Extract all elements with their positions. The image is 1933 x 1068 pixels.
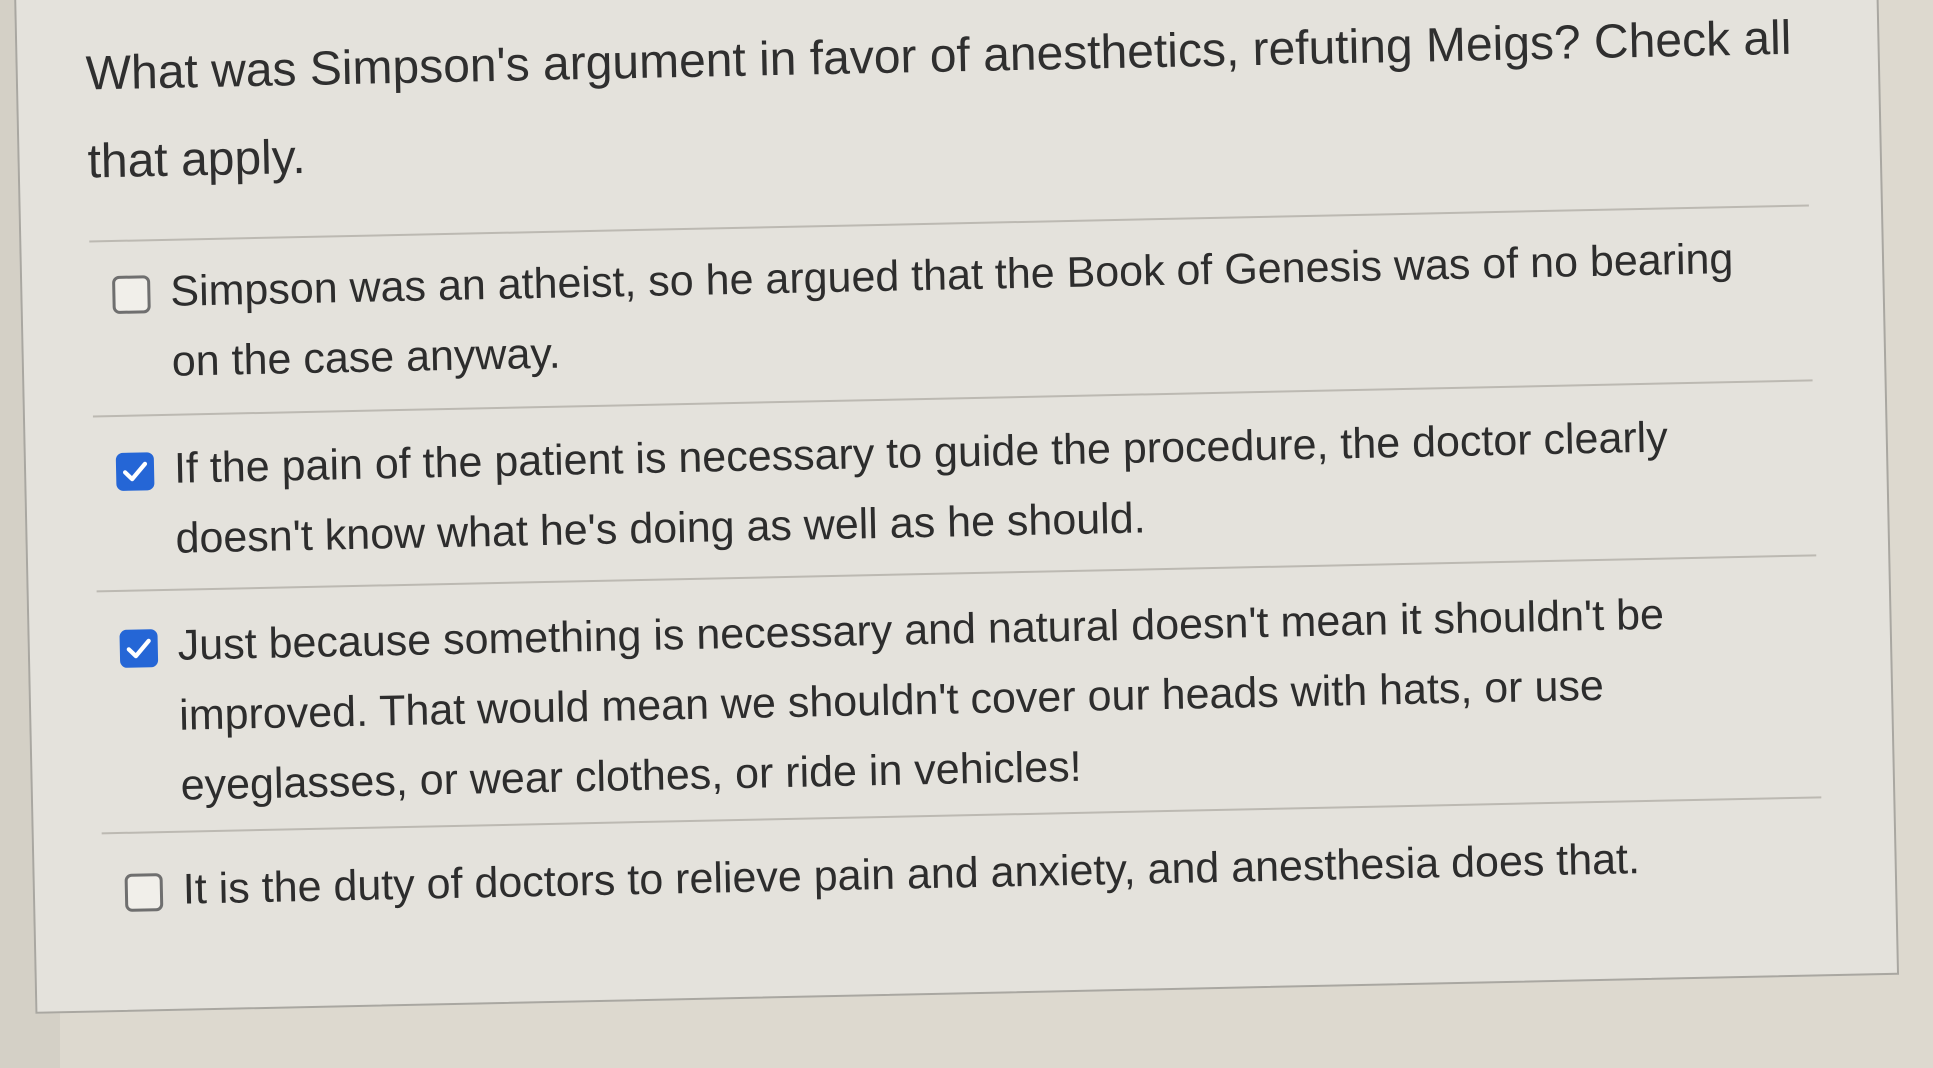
answer-option-2[interactable]: If the pain of the patient is necessary … bbox=[115, 399, 1818, 575]
answer-option-1[interactable]: Simpson was an atheist, so he argued tha… bbox=[112, 222, 1815, 398]
question-card: What was Simpson's argument in favor of … bbox=[14, 0, 1900, 1014]
option-3-label[interactable]: Just because something is necessary and … bbox=[177, 577, 1801, 821]
question-text: What was Simpson's argument in favor of … bbox=[85, 11, 1792, 189]
answer-option-3[interactable]: Just because something is necessary and … bbox=[119, 576, 1823, 822]
checkmark-icon bbox=[126, 638, 151, 659]
option-4-label[interactable]: It is the duty of doctors to relieve pai… bbox=[182, 821, 1803, 925]
checkbox-option-3[interactable] bbox=[119, 629, 159, 668]
checkbox-option-4[interactable] bbox=[124, 873, 164, 912]
checkbox-option-1[interactable] bbox=[112, 275, 151, 315]
option-2-label[interactable]: If the pain of the patient is necessary … bbox=[173, 400, 1796, 574]
checkbox-option-2[interactable] bbox=[115, 452, 155, 491]
answer-option-4[interactable]: It is the duty of doctors to relieve pai… bbox=[124, 820, 1825, 926]
question-card-content: What was Simpson's argument in favor of … bbox=[76, 0, 1857, 1030]
option-1-label[interactable]: Simpson was an atheist, so he argued tha… bbox=[170, 223, 1793, 397]
checkmark-icon bbox=[123, 461, 148, 482]
